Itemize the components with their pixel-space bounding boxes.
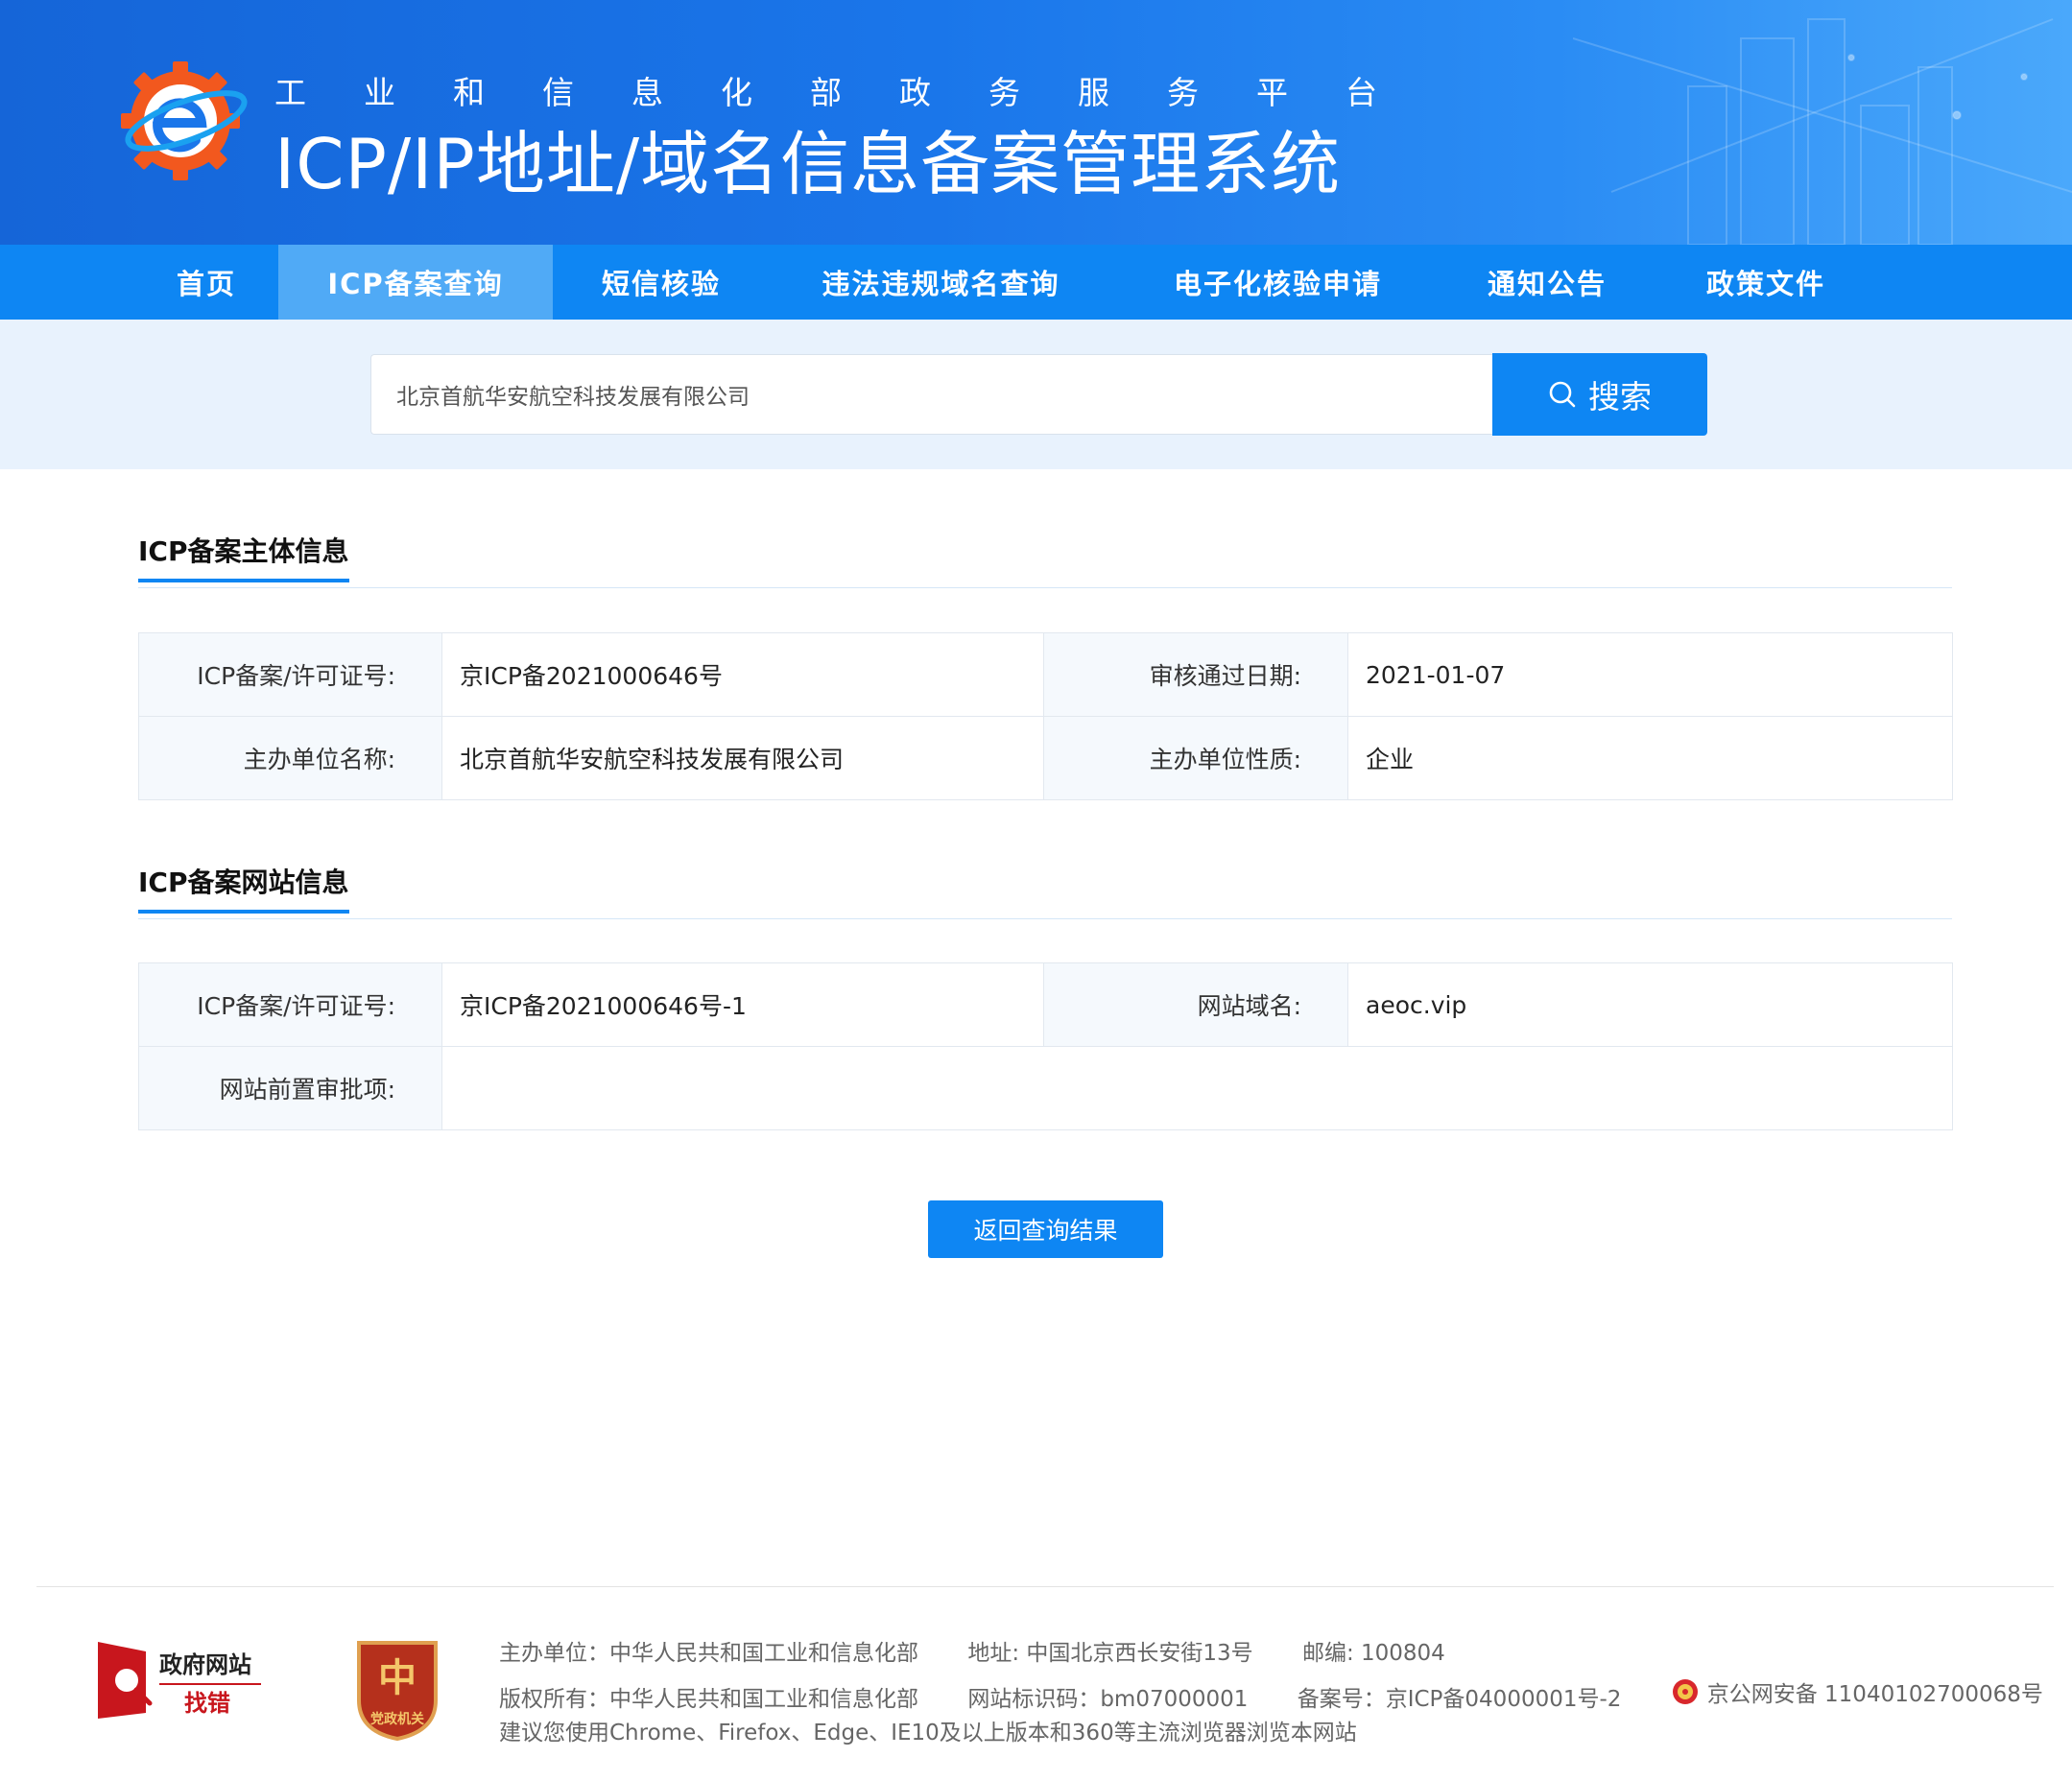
platform-subtitle: 工业和信息化部政务服务平台 [274, 74, 1435, 111]
footer-record-number[interactable]: 备案号：京ICP备04000001号-2 [1298, 1687, 1622, 1712]
nav-item-icp-query[interactable]: ICP备案查询 [278, 245, 553, 320]
main-nav: 首页 ICP备案查询 短信核验 违法违规域名查询 电子化核验申请 通知公告 政策… [0, 245, 2072, 320]
footer-address: 地址: 中国北京西长安街13号 [967, 1641, 1253, 1666]
svg-text:中: 中 [378, 1655, 417, 1700]
footer-police-text: 京公网安备 11040102700068号 [1706, 1682, 2043, 1707]
gear-e-logo-icon [121, 61, 248, 180]
search-input[interactable] [370, 354, 1493, 435]
nav-item-policies[interactable]: 政策文件 [1651, 245, 1881, 320]
nav-item-e-verify[interactable]: 电子化核验申请 [1112, 245, 1443, 320]
nav-item-notices[interactable]: 通知公告 [1443, 245, 1651, 320]
gov-site-error-report-badge[interactable]: 政府网站 找错 [96, 1634, 269, 1721]
table-row: 主办单位名称: 北京首航华安航空科技发展有限公司 主办单位性质: 企业 [138, 716, 1953, 800]
table-row: ICP备案/许可证号: 京ICP备2021000646号 审核通过日期: 202… [138, 632, 1953, 717]
website-section-title: ICP备案网站信息 [138, 862, 349, 914]
pre-approval-label: 网站前置审批项: [138, 1046, 442, 1130]
search-icon [1549, 381, 1576, 408]
website-info-table: ICP备案/许可证号: 京ICP备2021000646号-1 网站域名: aeo… [138, 962, 1953, 1130]
pre-approval-value [441, 1046, 1953, 1130]
approval-date-value: 2021-01-07 [1347, 632, 1953, 717]
footer-police-record[interactable]: 京公网安备 11040102700068号 [1671, 1675, 2072, 1708]
search-button-label: 搜索 [1588, 378, 1652, 416]
site-license-value: 京ICP备2021000646号-1 [441, 962, 1044, 1047]
back-to-results-button[interactable]: 返回查询结果 [928, 1200, 1163, 1258]
party-gov-badge[interactable]: 中 党政机关 [351, 1635, 443, 1741]
gov-badge-line1: 政府网站 [159, 1651, 251, 1678]
website-section-header: ICP备案网站信息 [138, 862, 1952, 919]
nav-item-illegal-domain[interactable]: 违法违规域名查询 [770, 245, 1112, 320]
city-skyline-decoration [1573, 18, 2072, 245]
footer-divider [36, 1586, 2054, 1587]
footer-site-code: 网站标识码：bm07000001 [967, 1687, 1249, 1712]
gov-badge-line2: 找错 [184, 1690, 230, 1717]
table-row: ICP备案/许可证号: 京ICP备2021000646号-1 网站域名: aeo… [138, 962, 1953, 1047]
icp-license-value: 京ICP备2021000646号 [441, 632, 1044, 717]
footer-row-1: 主办单位：中华人民共和国工业和信息化部 地址: 中国北京西长安街13号 邮编: … [499, 1634, 1488, 1667]
approval-date-label: 审核通过日期: [1043, 632, 1348, 717]
system-title: ICP/IP地址/域名信息备案管理系统 [274, 124, 1342, 204]
footer-copyright: 版权所有：中华人民共和国工业和信息化部 [499, 1687, 918, 1712]
subject-section-title: ICP备案主体信息 [138, 531, 349, 582]
footer-row-3: 建议您使用Chrome、Firefox、Edge、IE10及以上版本和360等主… [499, 1714, 1399, 1746]
search-button[interactable]: 搜索 [1492, 353, 1707, 436]
subject-info-table: ICP备案/许可证号: 京ICP备2021000646号 审核通过日期: 202… [138, 632, 1953, 800]
subject-section-header: ICP备案主体信息 [138, 531, 1952, 588]
site-domain-value: aeoc.vip [1347, 962, 1953, 1047]
site-license-label: ICP备案/许可证号: [138, 962, 442, 1047]
host-nature-label: 主办单位性质: [1043, 716, 1348, 800]
site-domain-label: 网站域名: [1043, 962, 1348, 1047]
table-row: 网站前置审批项: [138, 1046, 1953, 1130]
host-nature-value: 企业 [1347, 716, 1953, 800]
footer-browser-tip: 建议您使用Chrome、Firefox、Edge、IE10及以上版本和360等主… [499, 1721, 1357, 1745]
footer-host: 主办单位：中华人民共和国工业和信息化部 [499, 1641, 918, 1666]
host-name-value: 北京首航华安航空科技发展有限公司 [441, 716, 1044, 800]
police-emblem-icon [1672, 1679, 1698, 1704]
site-header: 工业和信息化部政务服务平台 ICP/IP地址/域名信息备案管理系统 [0, 0, 2072, 245]
footer-postcode: 邮编: 100804 [1301, 1641, 1445, 1666]
search-band: 搜索 [0, 320, 2072, 469]
host-name-label: 主办单位名称: [138, 716, 442, 800]
footer-row-2: 版权所有：中华人民共和国工业和信息化部 网站标识码：bm07000001 备案号… [499, 1675, 2072, 1713]
nav-item-sms-verify[interactable]: 短信核验 [553, 245, 770, 320]
party-badge-text: 党政机关 [370, 1711, 424, 1727]
nav-item-home[interactable]: 首页 [134, 245, 278, 320]
icp-license-label: ICP备案/许可证号: [138, 632, 442, 717]
